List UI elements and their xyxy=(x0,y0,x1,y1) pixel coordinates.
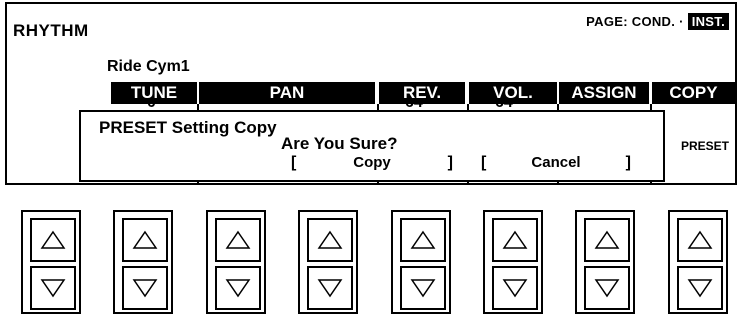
bracket-open: [ xyxy=(481,154,487,171)
bracket-close: ] xyxy=(625,154,631,171)
knob-button-7 xyxy=(575,210,635,314)
up-button-3[interactable] xyxy=(215,218,261,262)
knob-button-4 xyxy=(298,210,358,314)
knob-button-8 xyxy=(668,210,728,314)
lcd-screen: RHYTHM PAGE: COND. · INST. Ride Cym1 TUN… xyxy=(5,2,737,185)
up-button-1[interactable] xyxy=(30,218,76,262)
triangle-up-icon xyxy=(687,230,713,249)
column-pan-header[interactable]: PAN xyxy=(199,82,375,104)
down-button-4[interactable] xyxy=(307,266,353,310)
column-copy-header[interactable]: COPY xyxy=(652,82,735,104)
knob-button-5 xyxy=(391,210,451,314)
dialog-message: Are You Sure? xyxy=(281,134,398,153)
triangle-down-icon xyxy=(132,279,158,298)
down-button-8[interactable] xyxy=(677,266,723,310)
down-button-2[interactable] xyxy=(122,266,168,310)
cancel-button-label: Cancel xyxy=(531,154,581,171)
down-button-5[interactable] xyxy=(400,266,446,310)
screen-title: RHYTHM xyxy=(13,21,89,40)
triangle-up-icon xyxy=(410,230,436,249)
column-assign-header[interactable]: ASSIGN xyxy=(559,82,649,104)
triangle-down-icon xyxy=(225,279,251,298)
column-tune-header[interactable]: TUNE xyxy=(111,82,197,104)
up-button-2[interactable] xyxy=(122,218,168,262)
triangle-up-icon xyxy=(225,230,251,249)
triangle-up-icon xyxy=(317,230,343,249)
bracket-close: ] xyxy=(447,154,453,171)
cancel-button[interactable]: [ Cancel ] xyxy=(481,154,631,172)
up-button-4[interactable] xyxy=(307,218,353,262)
triangle-up-icon xyxy=(594,230,620,249)
down-button-6[interactable] xyxy=(492,266,538,310)
triangle-down-icon xyxy=(40,279,66,298)
bracket-open: [ xyxy=(291,154,297,171)
up-button-8[interactable] xyxy=(677,218,723,262)
column-vol-header[interactable]: VOL. xyxy=(469,82,557,104)
instrument-name: Ride Cym1 xyxy=(107,58,190,75)
triangle-up-icon xyxy=(40,230,66,249)
column-rev-header[interactable]: REV. xyxy=(379,82,465,104)
down-button-1[interactable] xyxy=(30,266,76,310)
up-button-5[interactable] xyxy=(400,218,446,262)
knob-button-2 xyxy=(113,210,173,314)
triangle-down-icon xyxy=(687,279,713,298)
copy-button[interactable]: [ Copy ] xyxy=(291,154,453,172)
copy-preset-value[interactable]: PRESET xyxy=(681,139,729,153)
triangle-down-icon xyxy=(317,279,343,298)
down-button-7[interactable] xyxy=(584,266,630,310)
copy-button-label: Copy xyxy=(353,154,391,171)
page-label: PAGE: COND. · xyxy=(586,14,684,29)
knob-button-6 xyxy=(483,210,543,314)
knob-button-1 xyxy=(21,210,81,314)
page-indicator: PAGE: COND. · INST. xyxy=(586,13,729,30)
triangle-up-icon xyxy=(132,230,158,249)
confirm-dialog: PRESET Setting Copy Are You Sure? [ Copy… xyxy=(79,110,665,182)
dialog-title: PRESET Setting Copy xyxy=(99,118,277,137)
up-button-6[interactable] xyxy=(492,218,538,262)
page-active-tab[interactable]: INST. xyxy=(687,13,729,30)
up-button-7[interactable] xyxy=(584,218,630,262)
triangle-down-icon xyxy=(594,279,620,298)
triangle-up-icon xyxy=(502,230,528,249)
triangle-down-icon xyxy=(502,279,528,298)
down-button-3[interactable] xyxy=(215,266,261,310)
knob-button-3 xyxy=(206,210,266,314)
triangle-down-icon xyxy=(410,279,436,298)
